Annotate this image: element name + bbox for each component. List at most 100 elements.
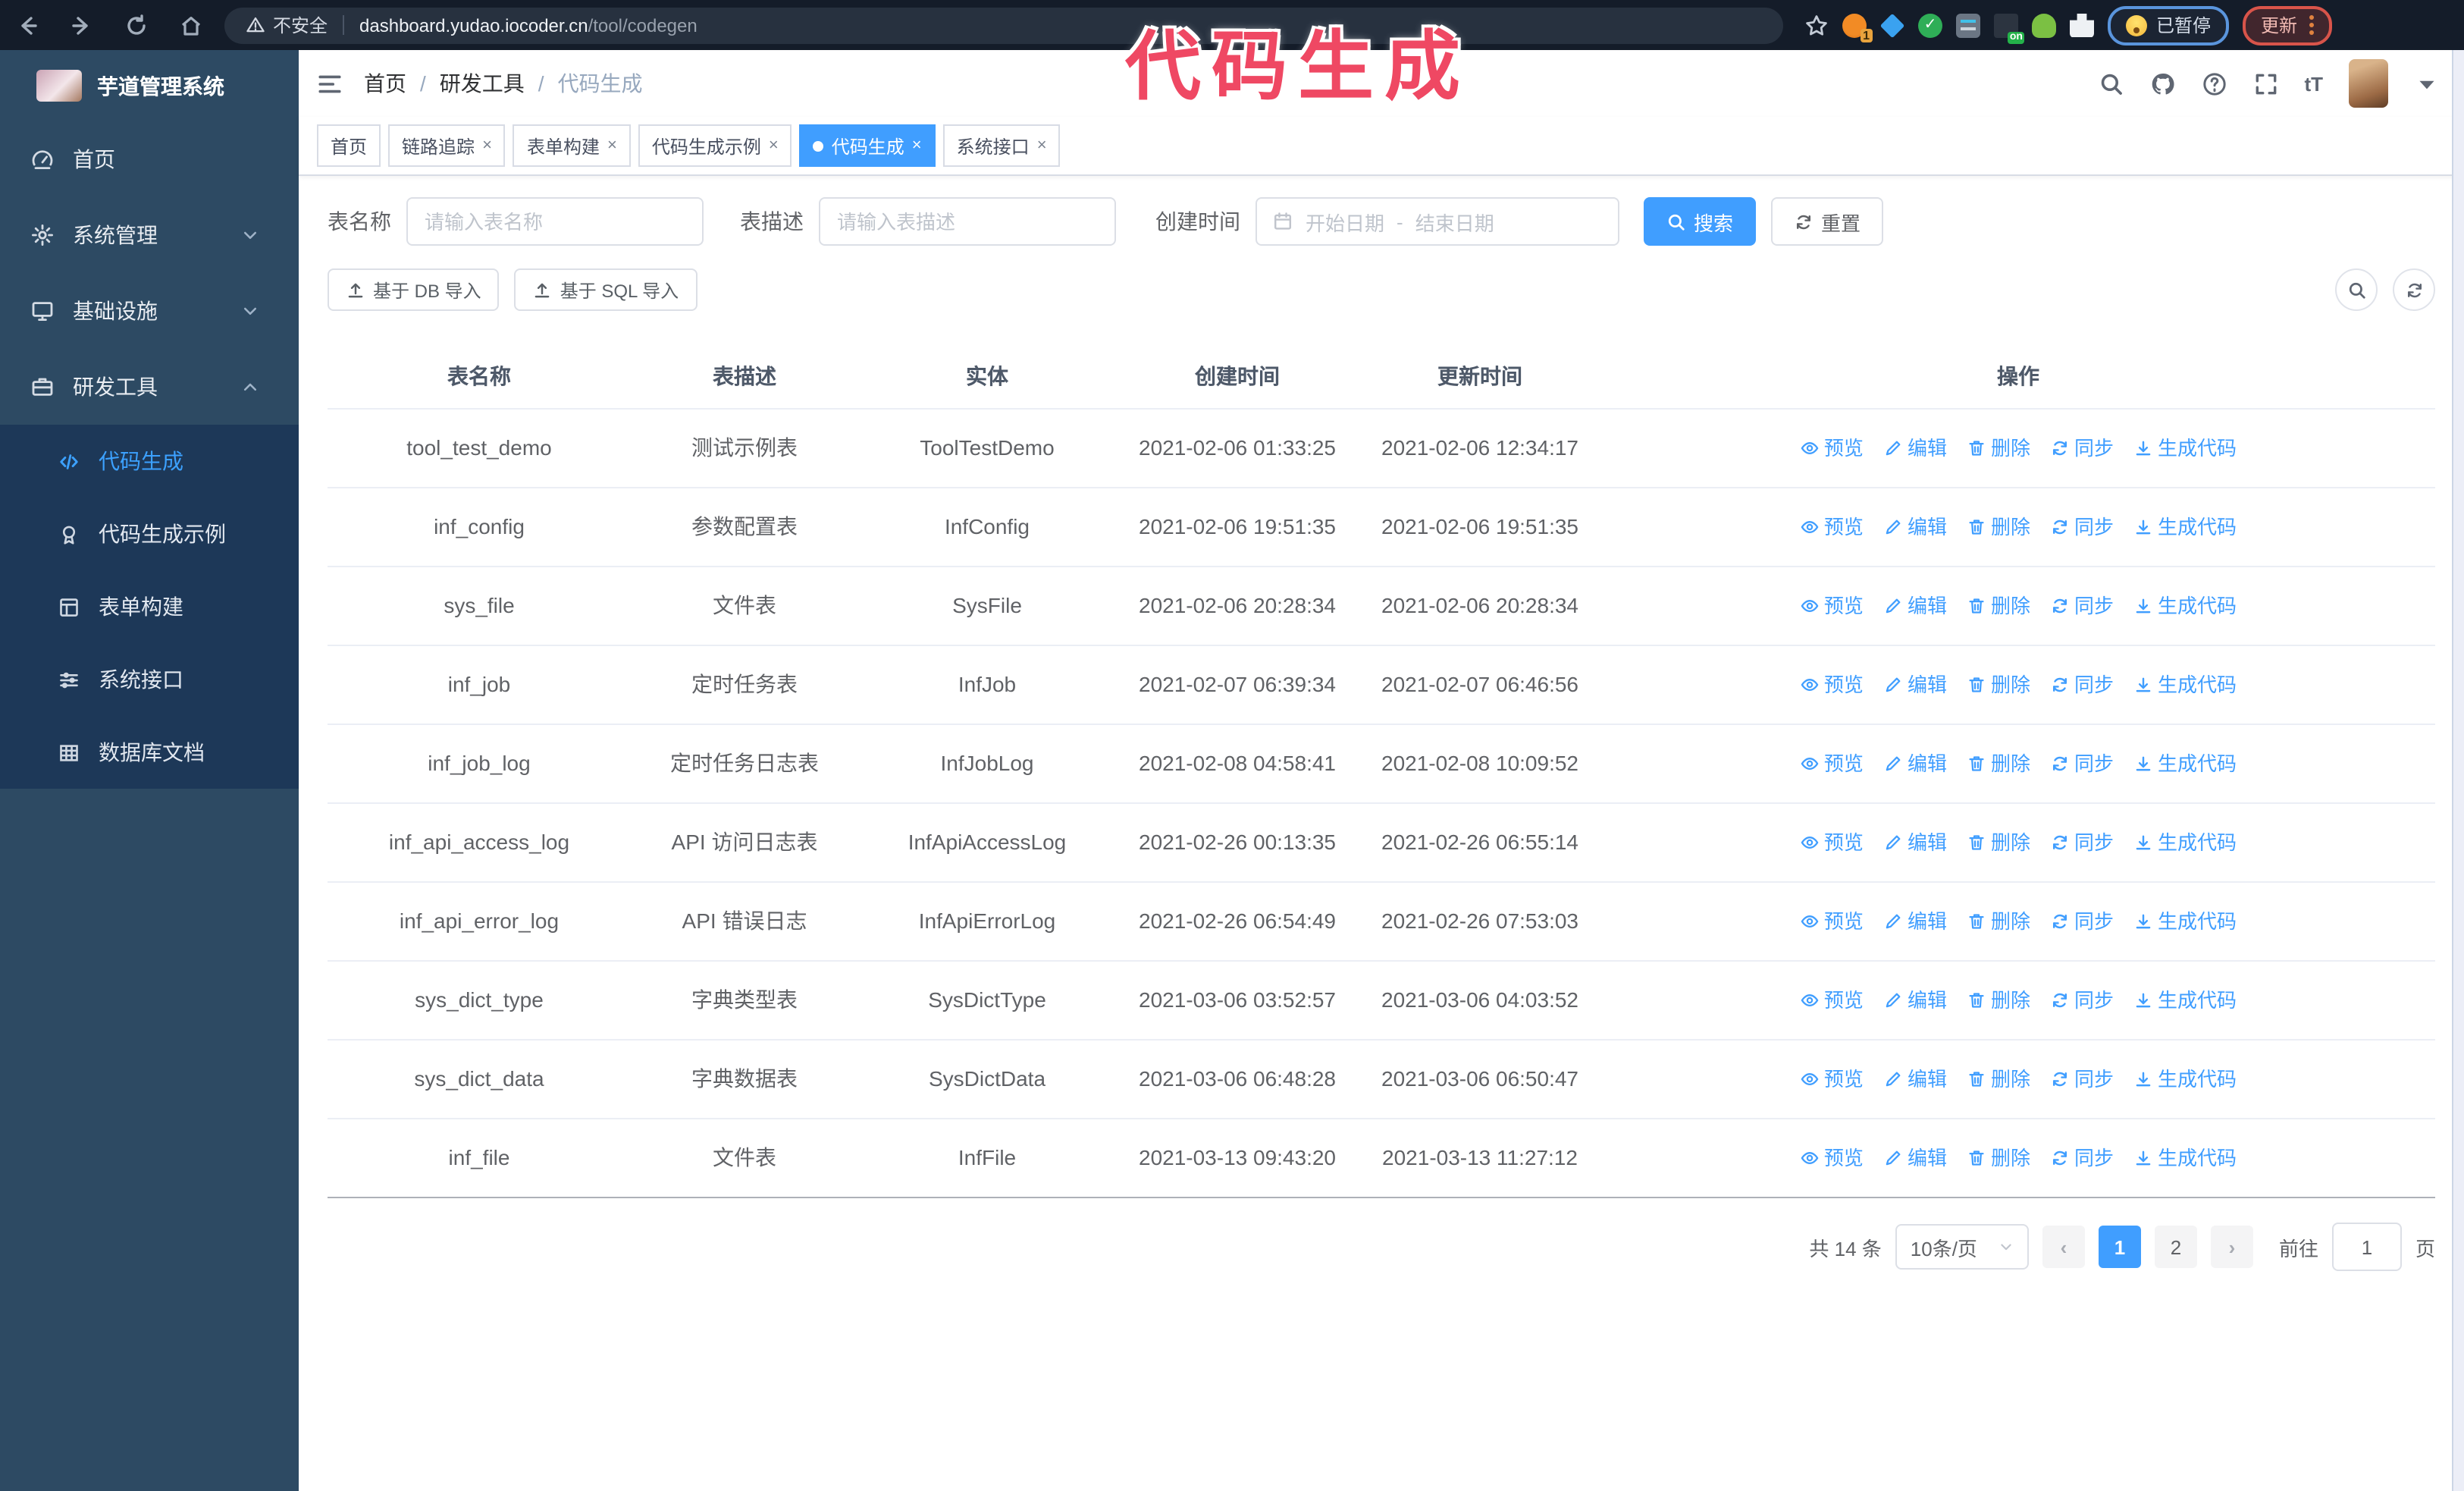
edit-action[interactable]: 编辑 [1883, 432, 1947, 464]
sync-action[interactable]: 同步 [2050, 1063, 2114, 1095]
sidebar-item-devtools[interactable]: 研发工具 [0, 349, 299, 425]
browser-forward-icon[interactable] [70, 13, 94, 37]
extension-icon[interactable]: 1 [1842, 13, 1873, 42]
browser-reload-icon[interactable] [124, 13, 149, 37]
next-page-button[interactable]: › [2210, 1226, 2253, 1268]
preview-action[interactable]: 预览 [1800, 590, 1864, 622]
sidebar-item-home[interactable]: 首页 [0, 121, 299, 197]
sync-action[interactable]: 同步 [2050, 1142, 2114, 1174]
edit-action[interactable]: 编辑 [1883, 1063, 1947, 1095]
extension-key-icon[interactable] [2032, 13, 2056, 37]
delete-action[interactable]: 删除 [1967, 984, 2030, 1016]
preview-action[interactable]: 预览 [1800, 511, 1864, 543]
goto-page-input[interactable] [2331, 1223, 2402, 1271]
preview-action[interactable]: 预览 [1800, 1063, 1864, 1095]
avatar[interactable] [2349, 59, 2388, 108]
delete-action[interactable]: 删除 [1967, 590, 2030, 622]
security-warning[interactable]: 不安全 [246, 12, 328, 38]
preview-action[interactable]: 预览 [1800, 827, 1864, 859]
delete-action[interactable]: 删除 [1967, 669, 2030, 701]
browser-update-button[interactable]: 更新 [2243, 5, 2333, 45]
table-name-input[interactable] [406, 197, 704, 246]
paused-extension-pill[interactable]: 已暂停 [2108, 5, 2230, 45]
tab-system-api[interactable]: 系统接口 × [942, 124, 1061, 167]
extension-check-icon[interactable]: ✓ [1918, 13, 1942, 37]
page-button-2[interactable]: 2 [2154, 1226, 2197, 1268]
delete-action[interactable]: 删除 [1967, 432, 2030, 464]
tab-form-builder[interactable]: 表单构建 × [513, 124, 631, 167]
tab-home[interactable]: 首页 [317, 124, 381, 167]
sidebar-item-system[interactable]: 系统管理 [0, 197, 299, 273]
browser-home-icon[interactable] [179, 13, 203, 37]
refresh-table-button[interactable] [2393, 268, 2435, 311]
generate-code-action[interactable]: 生成代码 [2133, 827, 2237, 859]
sidebar-item-system-api[interactable]: 系统接口 [0, 643, 299, 716]
close-icon[interactable]: × [912, 137, 922, 155]
reset-button[interactable]: 重置 [1771, 197, 1884, 246]
generate-code-action[interactable]: 生成代码 [2133, 511, 2237, 543]
delete-action[interactable]: 删除 [1967, 827, 2030, 859]
delete-action[interactable]: 删除 [1967, 1142, 2030, 1174]
extension-puzzle-icon[interactable] [2070, 13, 2094, 37]
more-vertical-icon[interactable] [2309, 15, 2315, 20]
delete-action[interactable]: 删除 [1967, 511, 2030, 543]
table-desc-input[interactable] [819, 197, 1116, 246]
sidebar-item-codegen-example[interactable]: 代码生成示例 [0, 498, 299, 570]
bookmark-star-icon[interactable] [1804, 13, 1829, 37]
close-icon[interactable]: × [1037, 137, 1047, 155]
browser-back-icon[interactable] [15, 13, 39, 37]
preview-action[interactable]: 预览 [1800, 432, 1864, 464]
edit-action[interactable]: 编辑 [1883, 1142, 1947, 1174]
extension-icon[interactable]: on [1994, 13, 2024, 43]
app-logo[interactable]: 芋道管理系统 [0, 50, 299, 121]
generate-code-action[interactable]: 生成代码 [2133, 590, 2237, 622]
fullscreen-icon[interactable] [2252, 71, 2278, 96]
generate-code-action[interactable]: 生成代码 [2133, 1063, 2237, 1095]
edit-action[interactable]: 编辑 [1883, 669, 1947, 701]
import-sql-button[interactable]: 基于 SQL 导入 [514, 268, 698, 311]
preview-action[interactable]: 预览 [1800, 748, 1864, 780]
caret-down-icon[interactable] [2414, 71, 2440, 96]
sync-action[interactable]: 同步 [2050, 432, 2114, 464]
toggle-search-button[interactable] [2335, 268, 2378, 311]
sync-action[interactable]: 同步 [2050, 511, 2114, 543]
sidebar-item-codegen[interactable]: 代码生成 [0, 425, 299, 498]
preview-action[interactable]: 预览 [1800, 1142, 1864, 1174]
edit-action[interactable]: 编辑 [1883, 906, 1947, 937]
edit-action[interactable]: 编辑 [1883, 511, 1947, 543]
breadcrumb-home[interactable]: 首页 [364, 68, 406, 99]
close-icon[interactable]: × [482, 137, 492, 155]
generate-code-action[interactable]: 生成代码 [2133, 906, 2237, 937]
generate-code-action[interactable]: 生成代码 [2133, 1142, 2237, 1174]
delete-action[interactable]: 删除 [1967, 906, 2030, 937]
breadcrumb-devtools[interactable]: 研发工具 [440, 68, 525, 99]
page-scrollbar[interactable] [2452, 50, 2464, 1491]
import-db-button[interactable]: 基于 DB 导入 [328, 268, 500, 311]
search-button[interactable]: 搜索 [1644, 197, 1757, 246]
hamburger-icon[interactable] [317, 71, 343, 96]
tab-tracing[interactable]: 链路追踪 × [388, 124, 506, 167]
generate-code-action[interactable]: 生成代码 [2133, 748, 2237, 780]
extension-gem-icon[interactable] [1879, 12, 1905, 38]
tab-codegen-example[interactable]: 代码生成示例 × [638, 124, 792, 167]
close-icon[interactable]: × [607, 137, 617, 155]
edit-action[interactable]: 编辑 [1883, 748, 1947, 780]
date-range-picker[interactable]: 开始日期 - 结束日期 [1256, 197, 1619, 246]
sync-action[interactable]: 同步 [2050, 590, 2114, 622]
tab-codegen[interactable]: 代码生成 × [799, 124, 936, 167]
sidebar-item-form-builder[interactable]: 表单构建 [0, 570, 299, 643]
edit-action[interactable]: 编辑 [1883, 827, 1947, 859]
header-search-icon[interactable] [2098, 71, 2124, 96]
generate-code-action[interactable]: 生成代码 [2133, 432, 2237, 464]
delete-action[interactable]: 删除 [1967, 748, 2030, 780]
page-button-1[interactable]: 1 [2098, 1226, 2141, 1268]
preview-action[interactable]: 预览 [1800, 669, 1864, 701]
page-size-select[interactable]: 10条/页 [1895, 1224, 2029, 1270]
extension-sliders-icon[interactable] [1956, 13, 1980, 37]
sync-action[interactable]: 同步 [2050, 748, 2114, 780]
delete-action[interactable]: 删除 [1967, 1063, 2030, 1095]
sidebar-item-db-doc[interactable]: 数据库文档 [0, 716, 299, 789]
font-size-icon[interactable]: tT [2304, 72, 2323, 95]
sync-action[interactable]: 同步 [2050, 827, 2114, 859]
edit-action[interactable]: 编辑 [1883, 590, 1947, 622]
